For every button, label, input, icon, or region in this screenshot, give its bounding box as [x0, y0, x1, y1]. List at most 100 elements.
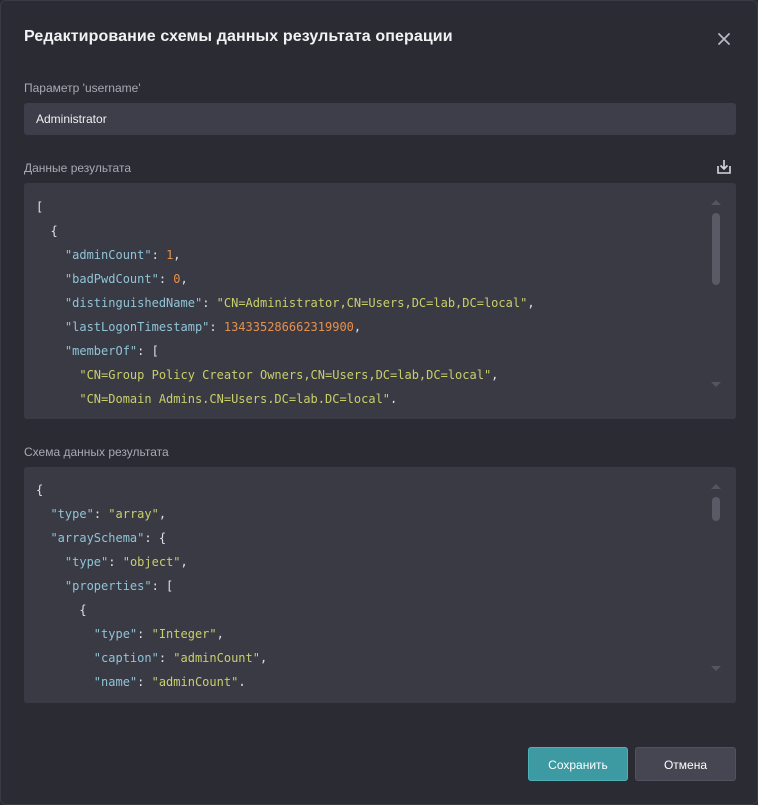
- code-token: "properties": [64, 579, 152, 593]
- code-token: ,: [259, 651, 268, 665]
- code-token: :: [202, 296, 217, 310]
- code-line: "type": "Integer",: [36, 622, 706, 646]
- code-token: ,: [353, 320, 362, 334]
- result-schema-editor[interactable]: { "type": "array", "arraySchema": { "typ…: [24, 467, 736, 703]
- code-token: "lastLogonTimestamp": [64, 320, 210, 334]
- save-button[interactable]: Сохранить: [528, 747, 628, 781]
- schema-code-text: { "type": "array", "arraySchema": { "typ…: [36, 478, 706, 686]
- code-token: "array": [108, 507, 159, 521]
- code-token: "CN=Administrator,CN=Users,DC=lab,DC=loc…: [216, 296, 528, 310]
- code-token: : [: [137, 344, 159, 358]
- code-token: : {: [144, 531, 167, 545]
- code-line: "memberOf": [: [36, 339, 706, 363]
- code-token: "distinguishedName": [64, 296, 203, 310]
- code-token: "CN=Domain Admins,CN=Users,DC=lab,DC=loc…: [79, 392, 391, 403]
- code-line: "lastLogonTimestamp": 134335286662319900…: [36, 315, 706, 339]
- scroll-down-icon[interactable]: [711, 382, 721, 387]
- code-token: :: [158, 272, 174, 286]
- code-token: "type": [64, 555, 109, 569]
- code-line: "type": "array",: [36, 502, 706, 526]
- code-token: ,: [180, 555, 188, 569]
- code-token: ,: [491, 368, 499, 382]
- cancel-button[interactable]: Отмена: [635, 747, 736, 781]
- code-token: :: [137, 675, 152, 686]
- code-token: ,: [180, 272, 188, 286]
- download-icon[interactable]: [715, 158, 733, 176]
- code-token: ,: [216, 627, 224, 641]
- code-line: "CN=Group Policy Creator Owners,CN=Users…: [36, 363, 706, 387]
- scroll-up-icon[interactable]: [711, 484, 721, 489]
- code-token: "CN=Group Policy Creator Owners,CN=Users…: [79, 368, 492, 382]
- code-token: ,: [158, 507, 167, 521]
- dialog-title: Редактирование схемы данных результата о…: [24, 28, 453, 45]
- code-token: "Integer": [151, 627, 217, 641]
- code-token: {: [36, 224, 58, 238]
- scroll-down-icon[interactable]: [711, 666, 721, 671]
- code-line: {: [36, 219, 706, 243]
- code-token: "adminCount": [64, 248, 152, 262]
- code-line: {: [36, 478, 706, 502]
- code-token: "adminCount": [173, 651, 260, 665]
- username-input[interactable]: Administrator: [24, 103, 736, 135]
- code-token: ,: [390, 392, 398, 403]
- close-icon[interactable]: [713, 28, 735, 50]
- code-line: "properties": [: [36, 574, 706, 598]
- code-token: "adminCount": [151, 675, 239, 686]
- code-token: "type": [50, 507, 94, 521]
- code-token: ,: [173, 248, 181, 262]
- code-line: "CN=Domain Admins,CN=Users,DC=lab,DC=loc…: [36, 387, 706, 403]
- code-token: {: [36, 483, 44, 497]
- result-code-text: [ { "adminCount": 1, "badPwdCount": 0, "…: [36, 195, 706, 403]
- code-line: "arraySchema": {: [36, 526, 706, 550]
- code-token: {: [36, 603, 87, 617]
- code-line: "type": "object",: [36, 550, 706, 574]
- code-line: "distinguishedName": "CN=Administrator,C…: [36, 291, 706, 315]
- code-token: "caption": [93, 651, 159, 665]
- code-token: : [: [151, 579, 174, 593]
- scroll-up-icon[interactable]: [711, 200, 721, 205]
- code-token: 134335286662319900: [223, 320, 354, 334]
- code-token: :: [108, 555, 123, 569]
- code-line: "adminCount": 1,: [36, 243, 706, 267]
- code-token: :: [137, 627, 152, 641]
- code-token: "badPwdCount": [64, 272, 159, 286]
- scrollbar-thumb[interactable]: [712, 497, 720, 521]
- code-token: "type": [93, 627, 138, 641]
- code-token: ,: [238, 675, 246, 686]
- code-line: "badPwdCount": 0,: [36, 267, 706, 291]
- result-schema-label: Схема данных результата: [24, 445, 169, 459]
- code-line: {: [36, 598, 706, 622]
- code-token: "object": [122, 555, 181, 569]
- code-token: "arraySchema": [50, 531, 145, 545]
- code-token: "name": [93, 675, 138, 686]
- code-token: "memberOf": [64, 344, 138, 358]
- code-line: [: [36, 195, 706, 219]
- code-token: :: [209, 320, 224, 334]
- code-line: "caption": "adminCount",: [36, 646, 706, 670]
- param-label: Параметр 'username': [24, 81, 141, 95]
- code-token: :: [158, 651, 174, 665]
- result-data-label: Данные результата: [24, 161, 131, 175]
- code-line: "name": "adminCount",: [36, 670, 706, 686]
- edit-schema-dialog: Редактирование схемы данных результата о…: [0, 0, 758, 805]
- scrollbar-thumb[interactable]: [712, 213, 720, 285]
- code-token: [: [36, 200, 44, 214]
- code-token: :: [93, 507, 109, 521]
- code-token: :: [151, 248, 167, 262]
- code-token: ,: [527, 296, 535, 310]
- result-data-editor[interactable]: [ { "adminCount": 1, "badPwdCount": 0, "…: [24, 183, 736, 419]
